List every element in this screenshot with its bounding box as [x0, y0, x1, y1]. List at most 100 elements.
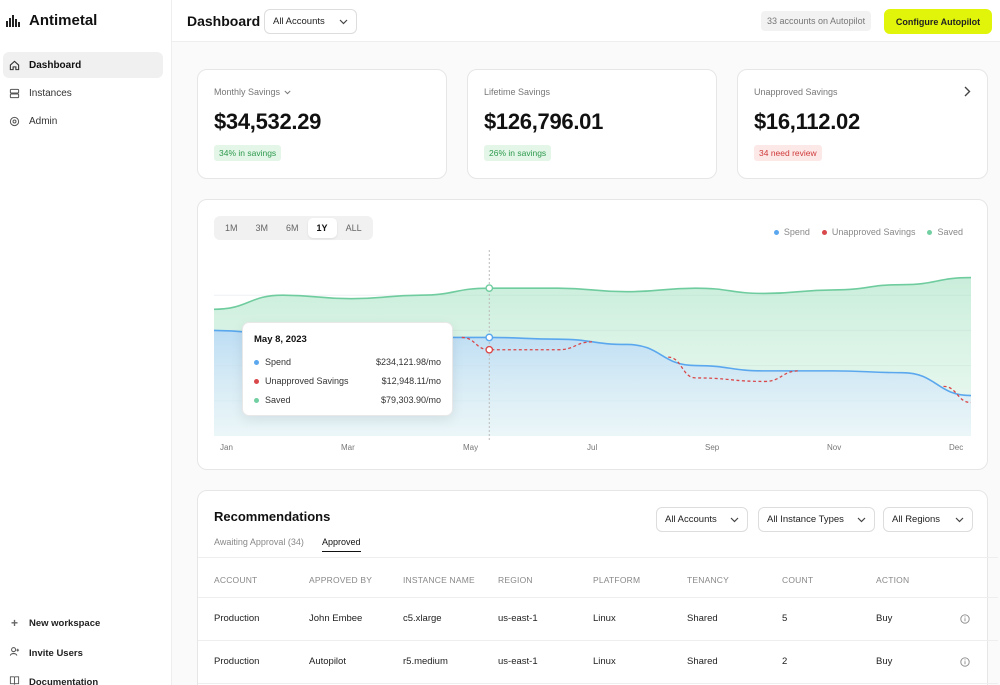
invite-users-button[interactable]: Invite Users	[3, 643, 163, 663]
tooltip-value: $12,948.11/mo	[381, 376, 441, 386]
logo[interactable]: Antimetal	[6, 12, 97, 29]
filter-value: All Regions	[892, 514, 941, 525]
chevron-down-icon	[955, 517, 964, 522]
top-header: Dashboard All Accounts 33 accounts on Au…	[172, 0, 1000, 42]
table-divider	[198, 597, 998, 598]
sidebar-item-admin[interactable]: Admin	[3, 108, 163, 134]
x-tick-label: Mar	[341, 443, 355, 452]
tooltip-dot	[254, 397, 259, 403]
info-icon[interactable]	[960, 614, 970, 624]
cell-action: Buy	[876, 613, 893, 624]
plus-icon: +	[10, 616, 18, 630]
documentation-link[interactable]: Documentation	[3, 672, 163, 685]
recommendations-card: Recommendations Awaiting Approval (34) A…	[197, 490, 998, 685]
account-select-value: All Accounts	[273, 16, 325, 27]
sidebar-item-label: Instances	[29, 87, 72, 99]
x-tick-label: Dec	[949, 443, 964, 452]
cell-approved-by: John Embee	[309, 613, 363, 624]
chevron-down-icon	[857, 517, 866, 522]
tab-awaiting-approval[interactable]: Awaiting Approval (34)	[214, 537, 304, 547]
stat-value: $34,532.29	[214, 109, 322, 134]
antimetal-logo-icon	[6, 14, 20, 27]
new-workspace-label: New workspace	[29, 617, 101, 629]
stat-value: $16,112.02	[754, 109, 860, 134]
cell-tenancy: Shared	[687, 656, 718, 667]
server-icon	[9, 88, 20, 99]
savings-badge: 34% in savings	[214, 145, 282, 161]
home-icon	[9, 60, 20, 71]
column-header-count: COUNT	[782, 575, 814, 585]
stat-label[interactable]: Monthly Savings	[214, 87, 291, 97]
chevron-right-icon[interactable]	[964, 86, 971, 97]
tooltip-label: Spend	[265, 357, 292, 367]
new-workspace-button[interactable]: + New workspace	[3, 613, 163, 633]
monthly-savings-card: Monthly Savings $34,532.29 34% in saving…	[197, 69, 447, 179]
regions-filter[interactable]: All Regions	[883, 507, 973, 532]
table-divider	[198, 640, 998, 641]
sidebar-item-label: Admin	[29, 115, 58, 127]
chevron-down-icon	[284, 90, 291, 94]
add-user-icon	[9, 646, 20, 660]
sidebar: Antimetal Dashboard Instances Admin + Ne…	[0, 0, 172, 685]
unapproved-savings-card[interactable]: Unapproved Savings $16,112.02 34 need re…	[737, 69, 988, 179]
savings-badge: 26% in savings	[484, 145, 552, 161]
cell-instance-name: c5.xlarge	[403, 613, 442, 624]
column-header-approved-by: APPROVED BY	[309, 575, 373, 585]
table-divider	[198, 683, 998, 684]
account-select[interactable]: All Accounts	[264, 9, 357, 34]
cell-instance-name: r5.medium	[403, 656, 448, 667]
configure-autopilot-button[interactable]: Configure Autopilot	[884, 9, 992, 34]
app-name: Antimetal	[29, 12, 98, 29]
tooltip-value: $79,303.90/mo	[380, 395, 441, 405]
tooltip-label: Saved	[265, 395, 291, 405]
cell-account: Production	[214, 613, 260, 624]
table-divider	[198, 557, 998, 558]
accounts-filter[interactable]: All Accounts	[656, 507, 748, 532]
cell-action: Buy	[876, 656, 893, 667]
info-icon[interactable]	[960, 657, 970, 667]
cell-region: us-east-1	[498, 613, 538, 624]
hover-point	[485, 333, 494, 342]
savings-chart-card: 1M 3M 6M 1Y ALL Spend Unapproved Savings…	[197, 199, 988, 470]
stat-label: Lifetime Savings	[484, 87, 551, 97]
hover-point	[485, 284, 494, 293]
invite-users-label: Invite Users	[29, 647, 83, 659]
instance-types-filter[interactable]: All Instance Types	[758, 507, 875, 532]
column-header-tenancy: TENANCY	[687, 575, 730, 585]
column-header-region: REGION	[498, 575, 533, 585]
tooltip-row-unapproved: Unapproved Savings $12,948.11/mo	[254, 374, 441, 388]
column-header-instance-name: INSTANCE NAME	[403, 575, 475, 585]
sidebar-item-dashboard[interactable]: Dashboard	[3, 52, 163, 78]
tooltip-row-saved: Saved $79,303.90/mo	[254, 393, 441, 407]
sidebar-item-instances[interactable]: Instances	[3, 80, 163, 106]
documentation-label: Documentation	[29, 676, 99, 685]
autopilot-status-badge: 33 accounts on Autopilot	[761, 11, 872, 31]
page-title: Dashboard	[187, 13, 261, 29]
cell-region: us-east-1	[498, 656, 538, 667]
cell-tenancy: Shared	[687, 613, 718, 624]
stat-label: Unapproved Savings	[754, 87, 838, 97]
filter-value: All Accounts	[665, 514, 717, 525]
filter-value: All Instance Types	[767, 514, 844, 525]
cell-account: Production	[214, 656, 260, 667]
hover-point	[485, 345, 494, 354]
recommendations-title: Recommendations	[214, 509, 331, 524]
sidebar-item-label: Dashboard	[29, 59, 82, 71]
review-badge: 34 need review	[754, 145, 822, 161]
chevron-down-icon	[730, 517, 739, 522]
tooltip-date: May 8, 2023	[254, 334, 307, 345]
column-header-account: ACCOUNT	[214, 575, 258, 585]
tooltip-label: Unapproved Savings	[265, 376, 349, 386]
tab-approved[interactable]: Approved	[322, 537, 361, 552]
stat-label-text: Monthly Savings	[214, 87, 281, 97]
column-header-platform: PLATFORM	[593, 575, 641, 585]
gear-icon	[9, 116, 20, 127]
chart-tooltip: May 8, 2023 Spend $234,121.98/mo Unappro…	[242, 322, 453, 416]
x-tick-label: May	[463, 443, 479, 452]
cell-platform: Linux	[593, 613, 616, 624]
cell-approved-by: Autopilot	[309, 656, 346, 667]
column-header-action: ACTION	[876, 575, 910, 585]
book-icon	[9, 675, 20, 685]
cell-platform: Linux	[593, 656, 616, 667]
tooltip-dot	[254, 378, 259, 384]
